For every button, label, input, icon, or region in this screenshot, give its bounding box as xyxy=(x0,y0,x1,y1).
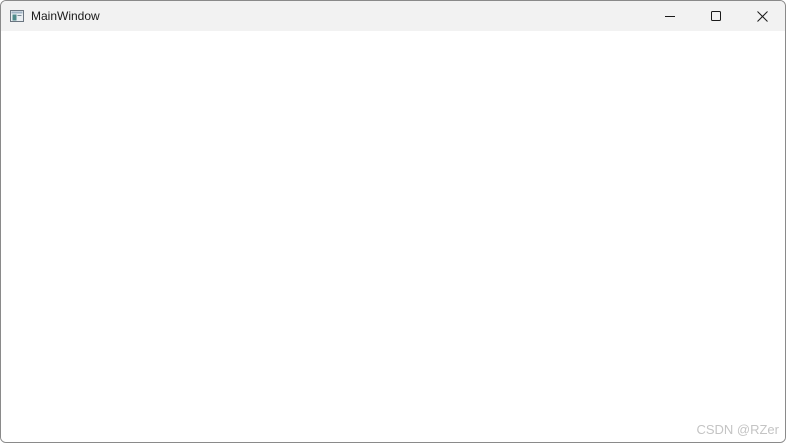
title-bar[interactable]: MainWindow xyxy=(1,1,785,31)
close-button[interactable] xyxy=(739,1,785,31)
minimize-button[interactable] xyxy=(647,1,693,31)
main-window: MainWindow CSDN @RZer xyxy=(0,0,786,443)
maximize-icon xyxy=(711,11,721,21)
watermark: CSDN @RZer xyxy=(696,422,779,437)
close-icon xyxy=(756,10,768,22)
minimize-icon xyxy=(665,11,675,21)
client-area: CSDN @RZer xyxy=(1,31,785,442)
window-app-icon xyxy=(10,9,24,22)
maximize-button[interactable] xyxy=(693,1,739,31)
window-title: MainWindow xyxy=(31,9,100,23)
